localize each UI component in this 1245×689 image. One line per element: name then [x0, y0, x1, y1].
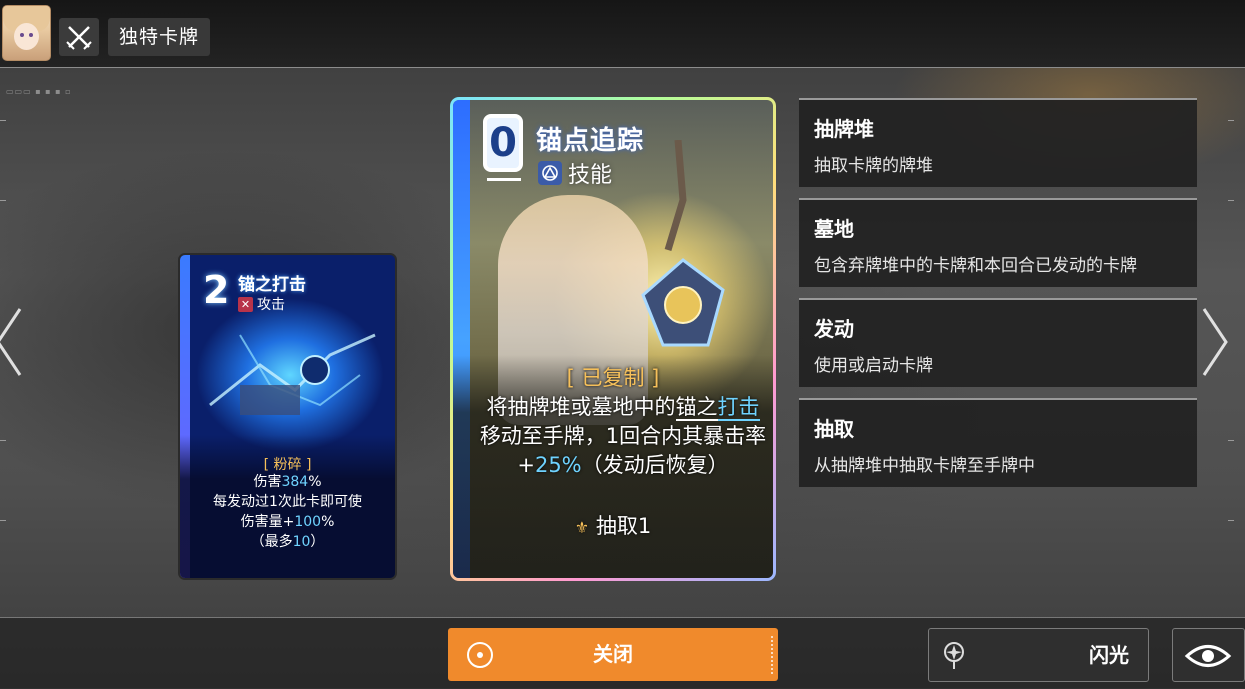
avatar[interactable]: [2, 5, 51, 61]
close-button[interactable]: 关闭: [448, 628, 778, 681]
hud-decoration: ▭▭▭ ▪ ▪ ▪ ▫: [6, 87, 72, 96]
card-cost: 0: [483, 114, 523, 172]
draw-icon: ⚜: [574, 518, 590, 537]
info-title: 墓地: [814, 217, 854, 241]
previous-arrow-icon[interactable]: [0, 305, 24, 379]
card-draw: ⚜ 抽取1: [450, 510, 776, 540]
next-arrow-icon[interactable]: [1200, 305, 1230, 379]
ruler-tick: [0, 440, 6, 441]
info-panel-graveyard: 墓地 包含弃牌堆中的卡牌和本回合已发动的卡牌: [799, 198, 1197, 287]
card-type: 技能: [538, 157, 612, 189]
skill-icon: [538, 161, 562, 185]
info-panel-draw: 抽取 从抽牌堆中抽取卡牌至手牌中: [799, 398, 1197, 487]
card-description: 伤害384% 每发动过1次此卡即可使 伤害量+100% （最多10）: [213, 474, 362, 550]
card-type-label: 攻击: [257, 297, 285, 313]
flash-button[interactable]: 闪光: [928, 628, 1149, 682]
eye-icon[interactable]: [1172, 628, 1245, 682]
card-draw-label: 抽取1: [595, 514, 652, 538]
card-keyword: [ 已复制 ]: [566, 366, 660, 390]
close-button-label: 关闭: [593, 642, 633, 666]
ruler-tick: [1228, 200, 1234, 201]
info-title: 抽牌堆: [814, 117, 874, 141]
flash-icon: [944, 642, 964, 669]
info-panel-draw-pile: 抽牌堆 抽取卡牌的牌堆: [799, 98, 1197, 187]
card-name: 锚点追踪: [536, 126, 645, 156]
info-title: 发动: [814, 317, 854, 341]
flash-button-label: 闪光: [1089, 643, 1129, 667]
info-desc: 抽取卡牌的牌堆: [814, 156, 933, 176]
ruler-tick: [1228, 440, 1234, 441]
crossed-swords-icon[interactable]: [59, 18, 99, 56]
ruler-tick: [1228, 520, 1234, 521]
ruler-tick: [0, 200, 6, 201]
info-title: 抽取: [814, 417, 854, 441]
card-type: ✕ 攻击: [238, 294, 285, 314]
card-name: 锚之打击: [238, 275, 306, 295]
page-title: 独特卡牌: [108, 18, 211, 56]
card-link[interactable]: 打击: [717, 395, 760, 421]
cost-underline: [487, 178, 521, 181]
ruler-tick: [1228, 120, 1234, 121]
card-description: 将抽牌堆或墓地中的锚之打击移动至手牌，1回合内其暴击率+25%（发动后恢复）: [479, 395, 767, 477]
card-keyword: [ 粉碎 ]: [263, 457, 312, 473]
info-panel-activate: 发动 使用或启动卡牌: [799, 298, 1197, 387]
info-desc: 包含弃牌堆中的卡牌和本回合已发动的卡牌: [814, 256, 1137, 276]
card-link[interactable]: 锚之: [675, 395, 718, 421]
ruler-tick: [0, 120, 6, 121]
card-cost: 2: [203, 268, 230, 312]
attack-icon: ✕: [238, 296, 253, 312]
info-desc: 从抽牌堆中抽取卡牌至手牌中: [814, 456, 1035, 476]
info-desc: 使用或启动卡牌: [814, 356, 933, 376]
card-type-label: 技能: [568, 163, 613, 188]
ruler-tick: [0, 520, 6, 521]
